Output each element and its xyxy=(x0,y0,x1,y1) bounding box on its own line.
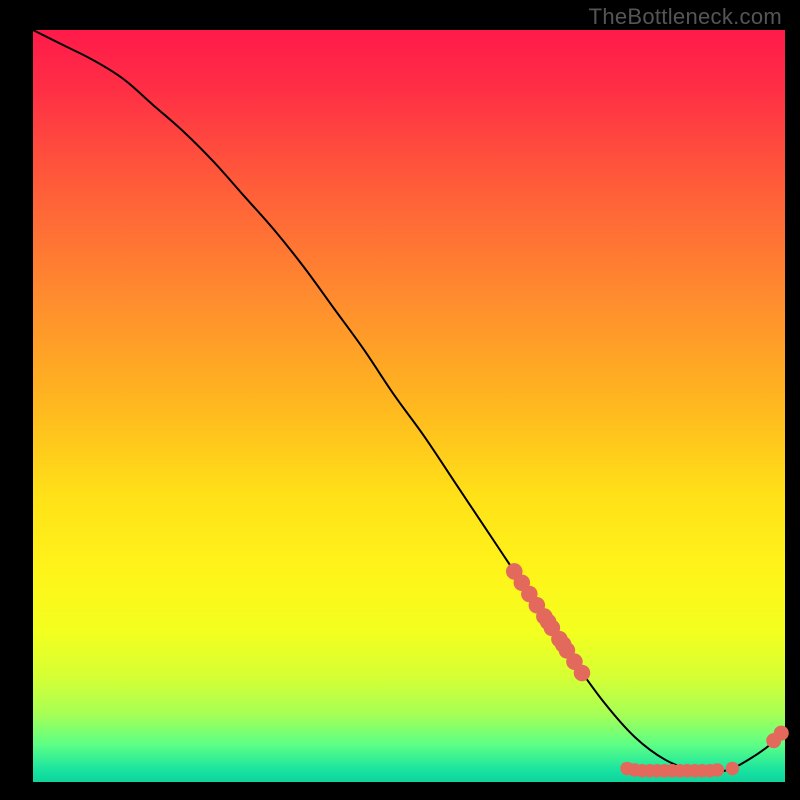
watermark-text: TheBottleneck.com xyxy=(589,4,782,30)
plot-background xyxy=(33,30,785,782)
marker-point xyxy=(726,762,740,776)
marker-point xyxy=(574,665,591,682)
marker-point xyxy=(711,763,725,777)
marker-point xyxy=(774,726,789,741)
chart-container: TheBottleneck.com xyxy=(0,0,800,800)
bottleneck-chart xyxy=(0,0,800,800)
